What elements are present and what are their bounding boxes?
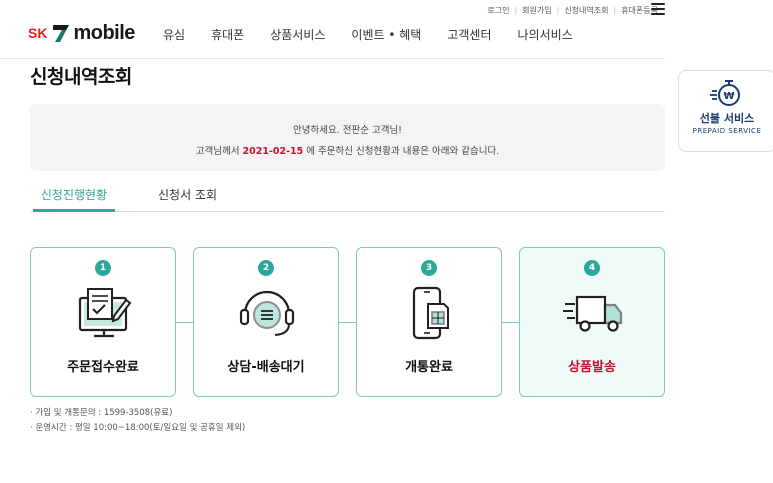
greeting-line: 안녕하세요. 전판순 고객님!: [292, 125, 402, 136]
step-label: 개통완료: [405, 360, 453, 375]
notice-item: · 가입 및 개통문의 : 1599-3508(유료): [30, 408, 173, 418]
step-card-consult-delivery-wait[interactable]: 2 상담-배송대기: [193, 247, 339, 397]
order-lookup-link[interactable]: 신청내역조회: [559, 5, 613, 16]
phone-sim-icon: [412, 286, 449, 340]
tab-progress[interactable]: 신청진행현황: [33, 186, 115, 212]
logo-seven-icon: [53, 25, 70, 42]
logo[interactable]: SK mobile: [28, 20, 135, 46]
step-connector: [502, 322, 520, 323]
prepaid-title: 선불 서비스: [699, 112, 755, 125]
logo-sk-text: SK: [28, 25, 48, 41]
prepaid-stopwatch-icon: ₩: [710, 80, 740, 106]
notice-item: · 운영시간 : 평일 10:00~18:00(토/일요일 및 공휴일 제외): [30, 423, 246, 433]
order-monitor-icon: [78, 288, 132, 338]
step-connector: [339, 322, 357, 323]
step-connector: [176, 322, 194, 323]
main-nav: 유심 휴대폰 상품서비스 이벤트 • 혜택 고객센터 나의서비스: [163, 26, 599, 43]
step-label: 상품발송: [568, 360, 616, 375]
nav-item-products[interactable]: 상품서비스: [270, 26, 325, 43]
utility-nav: 로그인 | 회원가입 | 신청내역조회 | 휴대폰등록: [482, 5, 663, 16]
tab-application-lookup[interactable]: 신청서 조회: [158, 186, 217, 203]
header-divider: [0, 58, 665, 59]
menu-icon[interactable]: [651, 3, 665, 15]
signup-link[interactable]: 회원가입: [517, 5, 556, 16]
svg-text:₩: ₩: [723, 91, 734, 102]
prepaid-subtitle: PREPAID SERVICE: [692, 127, 762, 135]
prepaid-service-button[interactable]: ₩ 선불 서비스 PREPAID SERVICE: [678, 70, 773, 152]
nav-item-support[interactable]: 고객센터: [447, 26, 491, 43]
order-info-line: 고객님께서 2021-02-15 에 주문하신 신청현황과 내용은 아래와 같습…: [30, 143, 665, 157]
order-info-prefix: 고객님께서: [195, 146, 243, 157]
step-number: 3: [421, 260, 437, 276]
step-label: 주문접수완료: [67, 360, 139, 375]
logo-mobile-text: mobile: [73, 21, 135, 44]
greeting-box: 안녕하세요. 전판순 고객님! 고객님께서 2021-02-15 에 주문하신 …: [30, 104, 665, 171]
nav-item-usim[interactable]: 유심: [163, 26, 185, 43]
step-card-order-received[interactable]: 1 주문접수완료: [30, 247, 176, 397]
progress-steps: 1 주문접수완료 2 상담-배송대기 3 개통완료 4 상품발송: [30, 247, 666, 397]
page-title: 신청내역조회: [30, 66, 132, 88]
login-link[interactable]: 로그인: [482, 5, 514, 16]
delivery-truck-icon: [563, 295, 623, 332]
nav-item-my-service[interactable]: 나의서비스: [518, 26, 573, 43]
nav-item-phone[interactable]: 휴대폰: [211, 26, 244, 43]
notice-list: · 가입 및 개통문의 : 1599-3508(유료) · 운영시간 : 평일 …: [30, 406, 245, 436]
headset-chat-icon: [239, 290, 295, 336]
order-date: 2021-02-15: [242, 146, 304, 157]
step-number: 2: [258, 260, 274, 276]
step-card-product-shipped[interactable]: 4 상품발송: [519, 247, 665, 397]
step-number: 4: [584, 260, 600, 276]
step-number: 1: [95, 260, 111, 276]
step-label: 상담-배송대기: [227, 360, 305, 375]
status-tabs: 신청진행현황 신청서 조회: [30, 186, 665, 212]
order-info-suffix: 에 주문하신 신청현황과 내용은 아래와 같습니다.: [303, 146, 500, 157]
step-card-activation-complete[interactable]: 3 개통완료: [356, 247, 502, 397]
nav-item-events[interactable]: 이벤트 • 혜택: [351, 26, 421, 43]
